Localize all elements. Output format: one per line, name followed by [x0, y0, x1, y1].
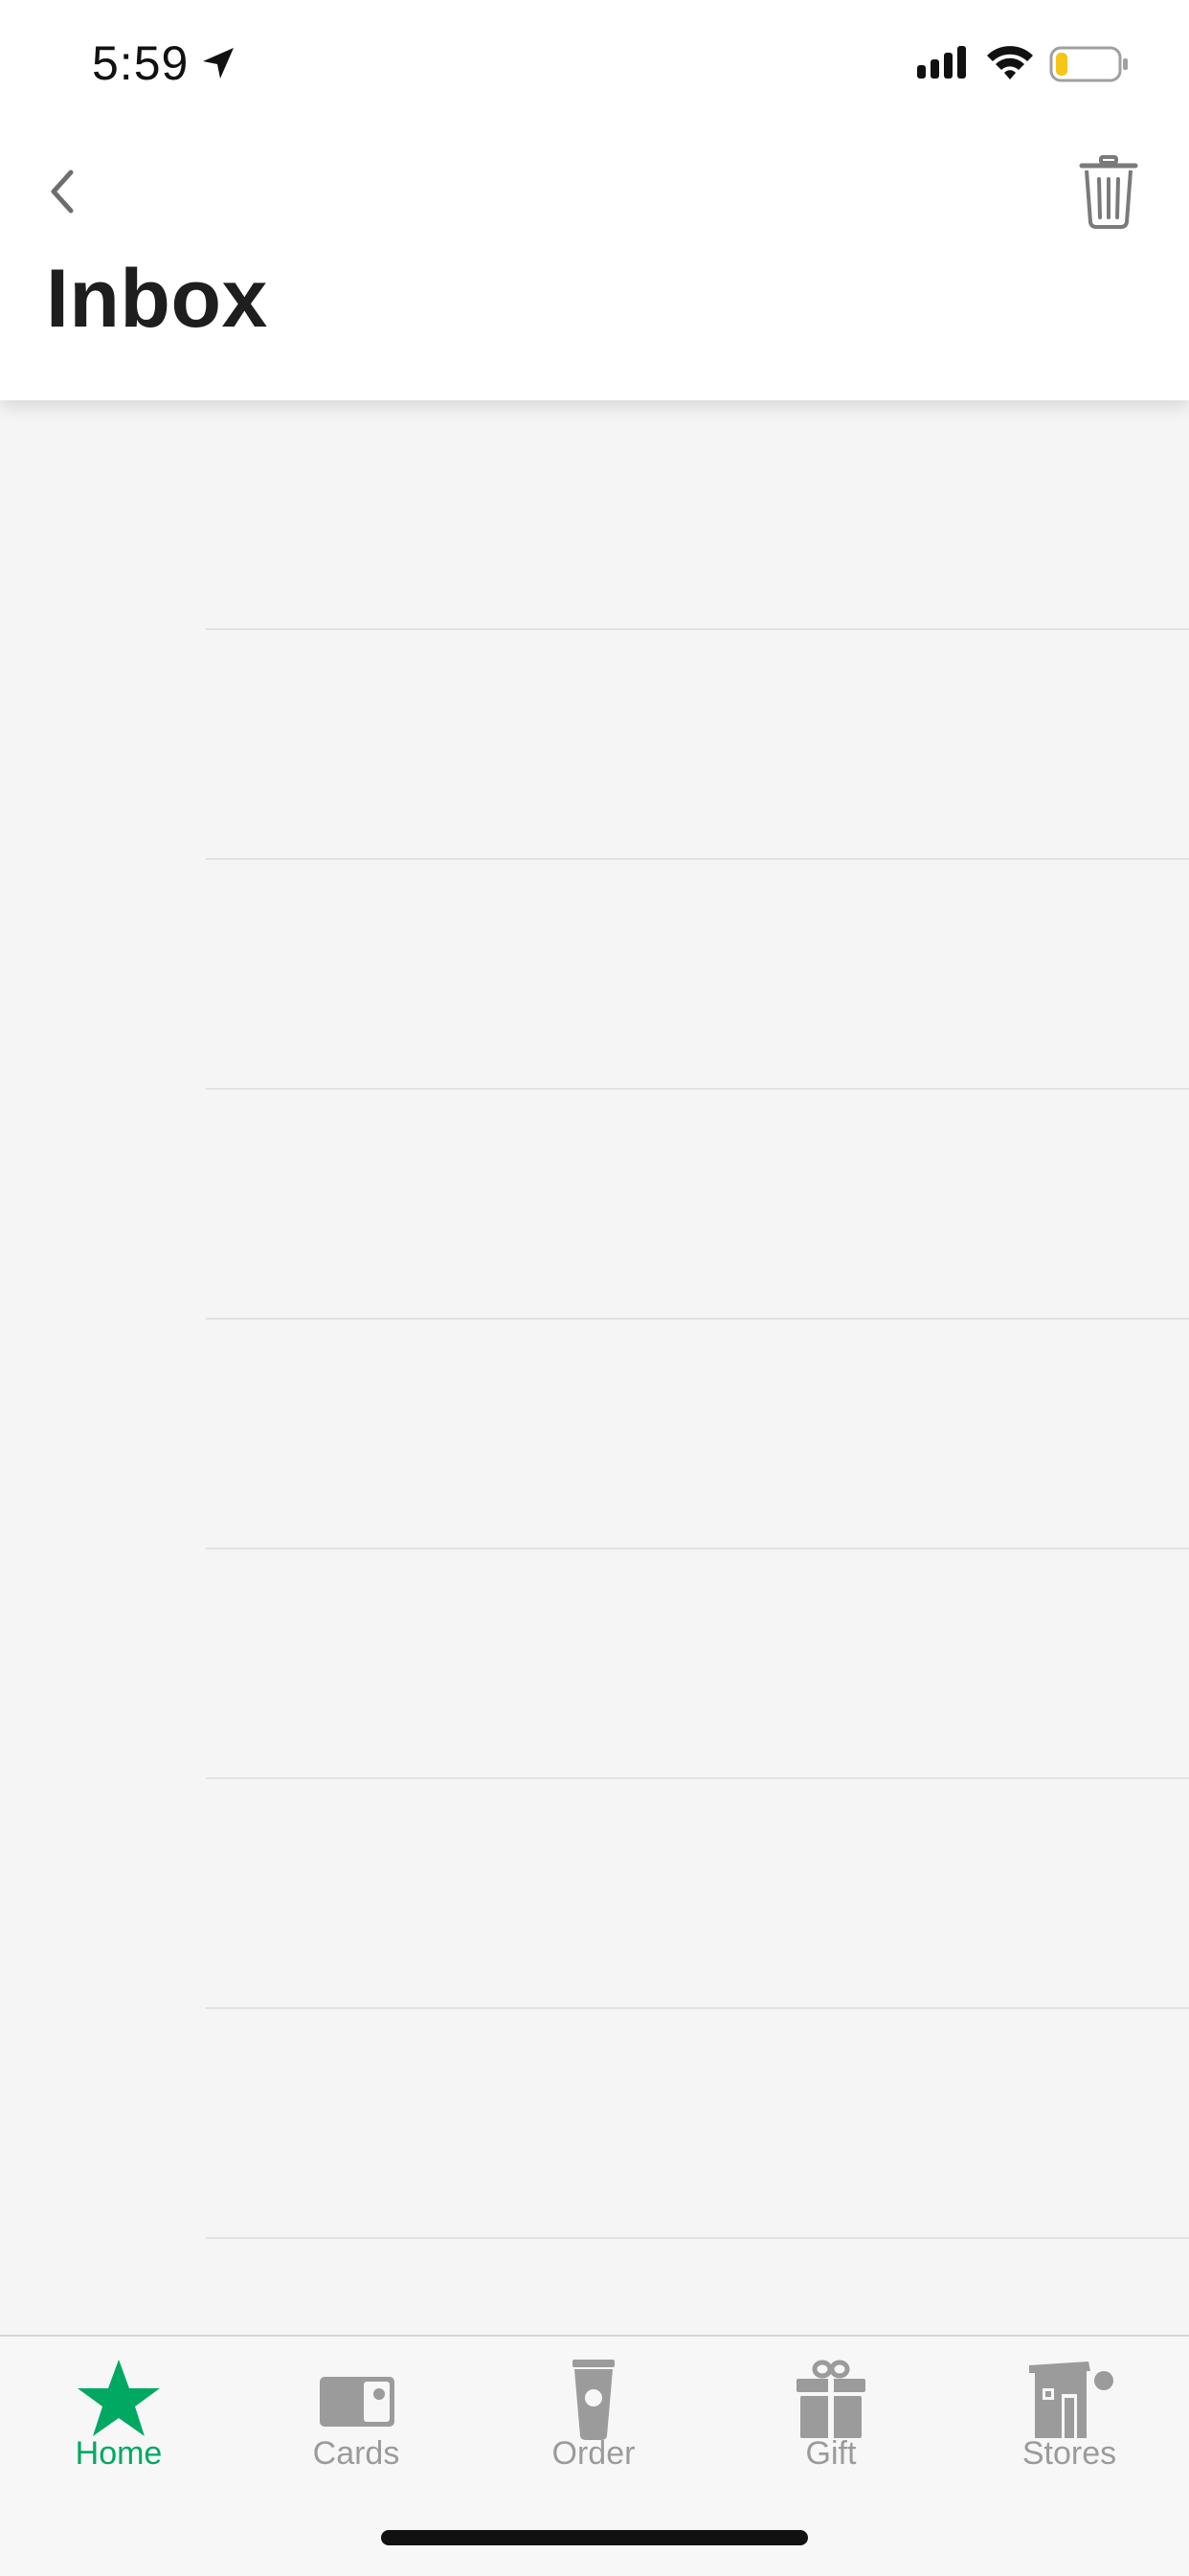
- gift-icon: [796, 2360, 865, 2438]
- store-icon: [1029, 2361, 1113, 2438]
- battery-low-icon: [1049, 46, 1128, 82]
- tab-label: Order: [551, 2435, 636, 2472]
- tab-gift[interactable]: Gift: [712, 2337, 950, 2490]
- header: Inbox: [0, 124, 1189, 400]
- tab-label: Gift: [805, 2435, 857, 2472]
- inbox-list: [0, 400, 1189, 2239]
- list-item: [0, 400, 1189, 630]
- cup-icon: [572, 2360, 615, 2440]
- star-icon: [78, 2360, 160, 2436]
- location-arrow-icon: [203, 48, 234, 79]
- tab-label: Stores: [1021, 2435, 1117, 2472]
- card-icon: [320, 2377, 394, 2427]
- cellular-signal-icon: [917, 46, 966, 79]
- status-time: 5:59: [92, 36, 190, 90]
- delete-all-button[interactable]: [1068, 153, 1149, 230]
- back-button[interactable]: [34, 153, 96, 230]
- list-item: [0, 1779, 1189, 2009]
- status-bar: 5:59: [0, 0, 1189, 124]
- page-title: Inbox: [46, 253, 268, 345]
- tab-label: Home: [75, 2435, 163, 2472]
- list-item: [0, 1090, 1189, 1320]
- list-item: [0, 630, 1189, 860]
- tab-label: Cards: [312, 2435, 400, 2472]
- tab-cards[interactable]: Cards: [237, 2337, 475, 2490]
- list-item: [0, 860, 1189, 1090]
- trash-icon: [1079, 155, 1138, 229]
- list-item: [0, 1320, 1189, 1549]
- home-indicator: [381, 2530, 808, 2545]
- tab-stores[interactable]: Stores: [950, 2337, 1189, 2490]
- list-item: [0, 1549, 1189, 1779]
- list-item: [0, 2009, 1189, 2239]
- chevron-left-icon: [51, 169, 74, 214]
- wifi-icon: [987, 46, 1033, 79]
- tab-home[interactable]: Home: [0, 2337, 237, 2490]
- tab-order[interactable]: Order: [475, 2337, 712, 2490]
